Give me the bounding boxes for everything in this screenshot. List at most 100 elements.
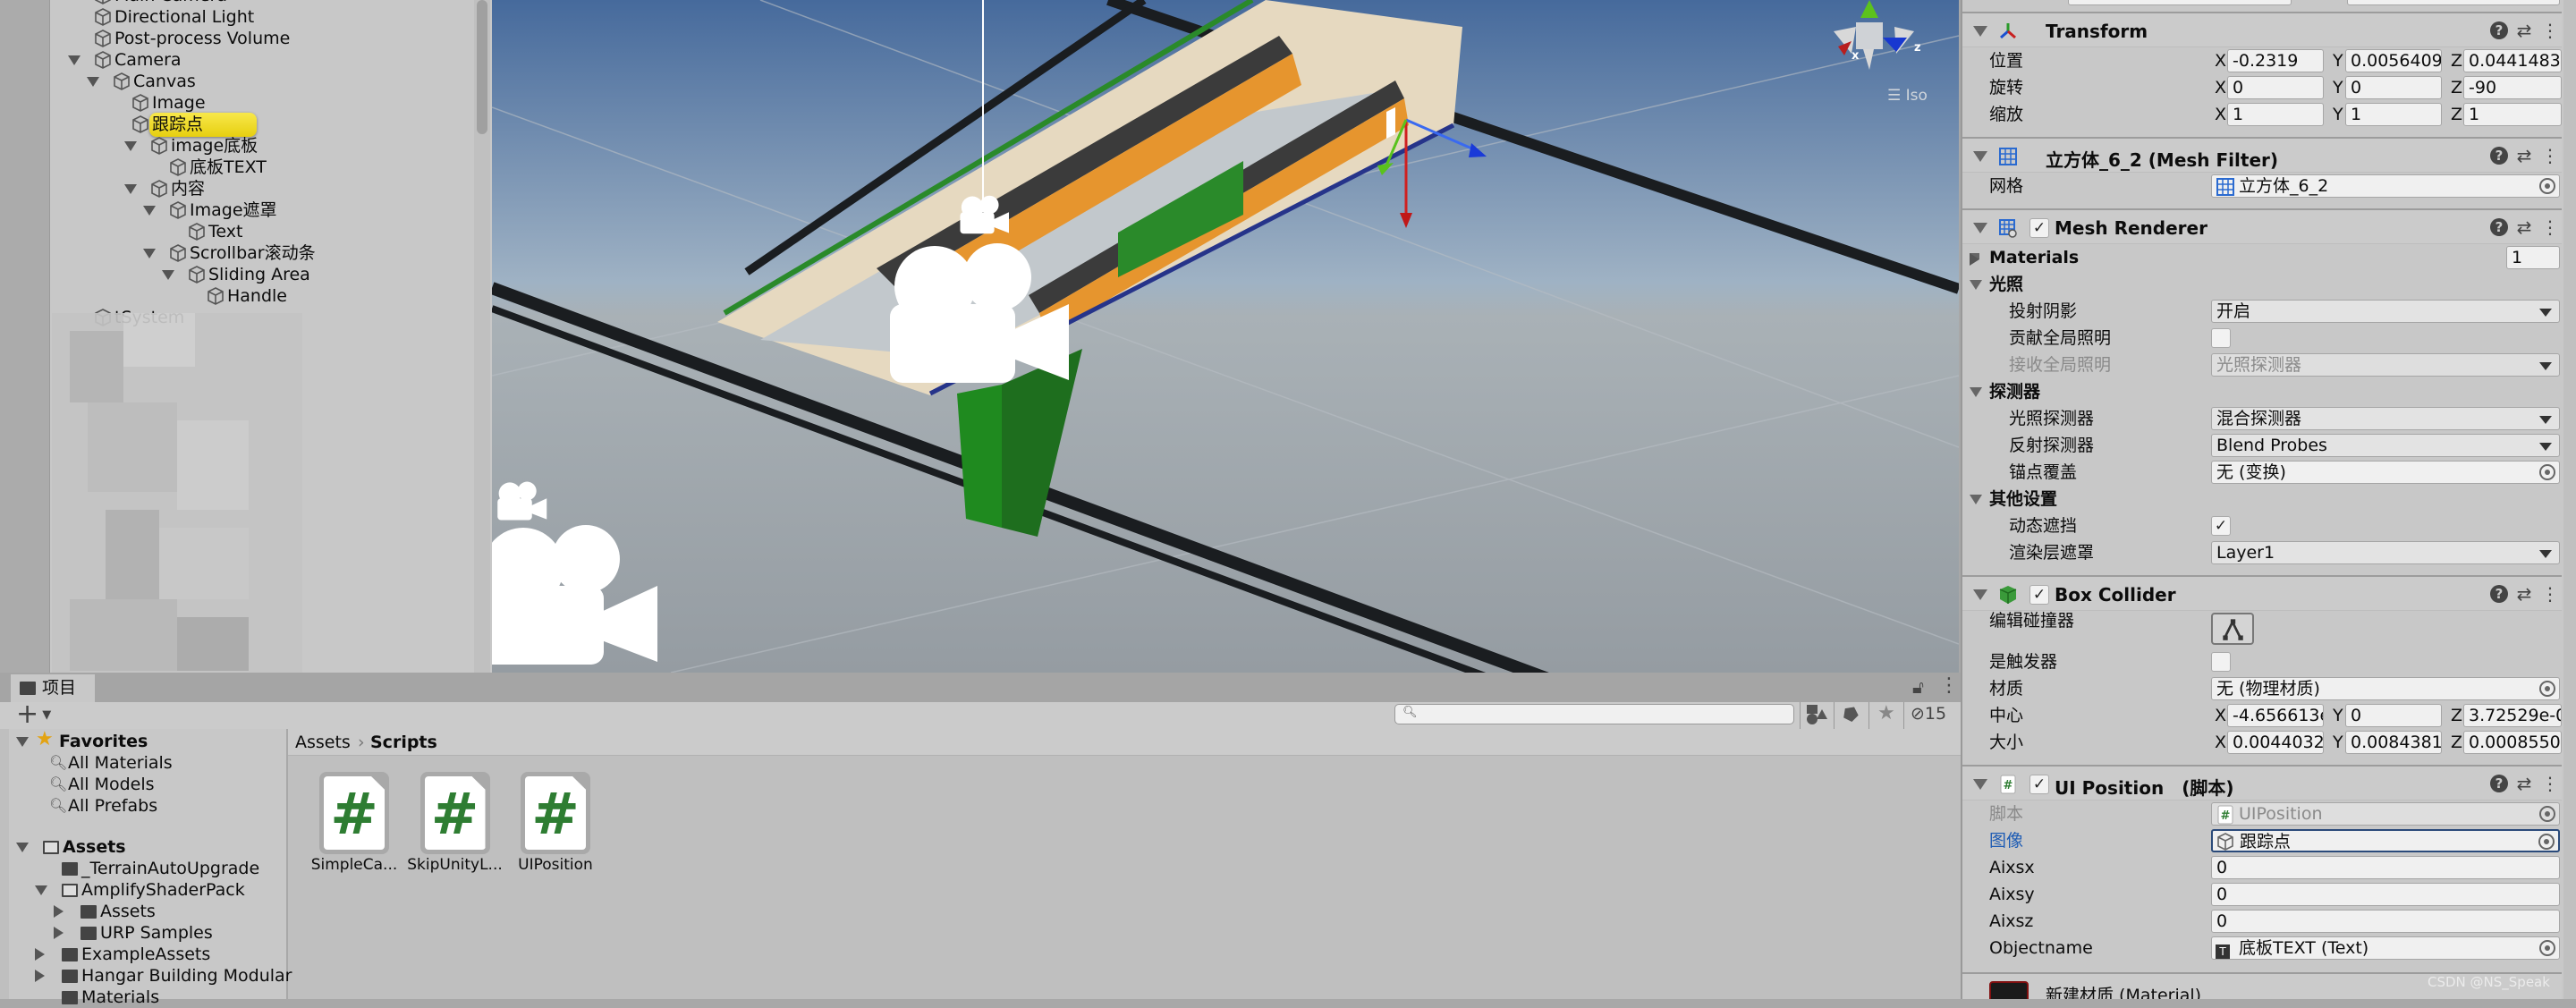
dropdown[interactable]: 混合探测器 (2211, 407, 2560, 430)
object-field[interactable]: 立方体_6_2 (2211, 174, 2560, 198)
vector-x-field[interactable]: -0.2319 (2227, 49, 2324, 72)
expanded-arrow-icon[interactable] (162, 270, 174, 280)
cut-off-field[interactable] (2068, 0, 2292, 5)
filter-by-type-icon[interactable] (1807, 705, 1827, 724)
project-tree-item[interactable]: _TerrainAutoUpgrade (9, 858, 286, 879)
hierarchy-item[interactable]: 跟踪点 (50, 114, 470, 135)
preset-icon[interactable]: ⇄ (2514, 773, 2534, 794)
preset-icon[interactable]: ⇄ (2514, 20, 2534, 41)
inspector-scrollbar[interactable] (2563, 0, 2576, 999)
component-enabled-checkbox[interactable]: ✓ (2029, 585, 2049, 605)
foldout-arrow-icon[interactable] (1973, 26, 1987, 37)
hierarchy-item[interactable]: 内容 (50, 178, 470, 199)
material-header[interactable]: 新建材质 (Material) CSDN @NS_Speak (1962, 972, 2562, 999)
project-tree-item[interactable]: Assets (9, 836, 286, 858)
object-field[interactable]: # UIPosition (2211, 802, 2560, 826)
object-field[interactable]: 无 (变换) (2211, 461, 2560, 484)
help-icon[interactable]: ? (2490, 585, 2508, 603)
preset-icon[interactable]: ⇄ (2514, 583, 2534, 605)
vector-y-field[interactable]: 0 (2345, 704, 2442, 727)
component-menu-icon[interactable]: ⋮ (2540, 773, 2560, 794)
view-mode-label[interactable]: ☰ Iso (1887, 87, 1928, 105)
text-field[interactable]: 0 (2211, 883, 2560, 906)
vector-z-field[interactable]: 0.00085504 (2463, 731, 2562, 754)
create-button[interactable]: + ▼ (16, 699, 51, 730)
expanded-arrow-icon[interactable] (1970, 387, 1982, 397)
expanded-arrow-icon[interactable] (143, 206, 156, 216)
filter-by-label-icon[interactable]: ⬟ (1837, 700, 1863, 726)
foldout-arrow-icon[interactable] (1973, 151, 1987, 162)
object-picker-icon[interactable] (2538, 834, 2555, 850)
expanded-arrow-icon[interactable] (1970, 280, 1982, 290)
dropdown[interactable]: 光照探测器 (2211, 353, 2560, 377)
hierarchy-item[interactable]: Sliding Area (50, 264, 470, 285)
expanded-arrow-icon[interactable] (124, 141, 137, 151)
array-size-field[interactable]: 1 (2506, 246, 2560, 269)
collapsed-arrow-icon[interactable] (1970, 253, 1979, 266)
hierarchy-item[interactable]: 底板TEXT (50, 157, 470, 178)
component-header-transform[interactable]: Transform? ⇄ ⋮ (1962, 12, 2562, 47)
object-picker-icon[interactable] (2539, 681, 2555, 697)
object-field[interactable]: T 底板TEXT (Text) (2211, 936, 2560, 960)
vector-z-field[interactable]: -90 (2463, 76, 2562, 99)
hierarchy-item[interactable]: Image (50, 92, 470, 114)
project-tree-item[interactable]: ExampleAssets (9, 944, 286, 965)
component-menu-icon[interactable]: ⋮ (2540, 216, 2560, 238)
hierarchy-item[interactable]: Handle (50, 285, 470, 307)
expanded-arrow-icon[interactable] (68, 55, 80, 65)
component-menu-icon[interactable]: ⋮ (2540, 20, 2560, 41)
project-tree-item[interactable]: AmplifyShaderPack (9, 879, 286, 901)
file-name-label[interactable]: UIPosition (497, 856, 614, 874)
csharp-script-icon[interactable]: # (521, 772, 590, 854)
expanded-arrow-icon[interactable] (16, 843, 29, 852)
dropdown[interactable]: 开启 (2211, 300, 2560, 323)
expanded-arrow-icon[interactable] (35, 885, 47, 895)
hierarchy-item[interactable]: Canvas (50, 71, 470, 92)
hierarchy-item[interactable]: Text (50, 221, 470, 242)
project-tree-item[interactable]: 🔍︎ All Models (9, 774, 286, 795)
foldout-arrow-icon[interactable] (1973, 223, 1987, 233)
object-field[interactable]: 无 (物理材质) (2211, 677, 2560, 700)
hierarchy-item[interactable]: Directional Light (50, 6, 470, 28)
foldout-arrow-icon[interactable] (1973, 589, 1987, 600)
component-header-立方体_6_2[interactable]: 立方体_6_2 (Mesh Filter)? ⇄ ⋮ (1962, 137, 2562, 173)
project-tree-item[interactable]: Materials (9, 987, 286, 1008)
component-menu-icon[interactable]: ⋮ (2540, 583, 2560, 605)
collapsed-arrow-icon[interactable] (35, 948, 45, 961)
hierarchy-scrollbar-thumb[interactable] (477, 0, 487, 134)
vector-y-field[interactable]: 0.00564098 (2345, 49, 2442, 72)
vector-x-field[interactable]: 1 (2227, 103, 2324, 126)
edit-collider-icon[interactable] (2211, 613, 2254, 645)
vector-z-field[interactable]: 0.04414835 (2463, 49, 2562, 72)
vector-x-field[interactable]: 0 (2227, 76, 2324, 99)
preset-icon[interactable]: ⇄ (2514, 145, 2534, 166)
object-picker-icon[interactable] (2539, 464, 2555, 480)
vector-x-field[interactable]: -4.656613e (2227, 704, 2324, 727)
component-enabled-checkbox[interactable]: ✓ (2029, 775, 2049, 794)
help-icon[interactable]: ? (2490, 775, 2508, 792)
vector-z-field[interactable]: 3.72529e-0 (2463, 704, 2562, 727)
expanded-arrow-icon[interactable] (87, 77, 99, 87)
object-picker-icon[interactable] (2539, 806, 2555, 822)
collapsed-arrow-icon[interactable] (54, 905, 64, 918)
checkbox[interactable] (2211, 652, 2231, 672)
hierarchy-item[interactable]: Post-process Volume (50, 28, 470, 49)
help-icon[interactable]: ? (2490, 218, 2508, 236)
project-tree-item[interactable]: ★ Favorites (9, 729, 286, 752)
checkbox[interactable]: ✓ (2211, 516, 2231, 536)
expanded-arrow-icon[interactable] (16, 737, 29, 747)
checkbox[interactable] (2211, 328, 2231, 348)
component-header-mesh[interactable]: ✓ Mesh Renderer? ⇄ ⋮ (1962, 208, 2562, 244)
text-field[interactable]: 0 (2211, 910, 2560, 933)
object-picker-icon[interactable] (2539, 178, 2555, 194)
object-picker-icon[interactable] (2539, 940, 2555, 956)
help-icon[interactable]: ? (2490, 147, 2508, 165)
foldout-arrow-icon[interactable] (1973, 779, 1987, 790)
component-header-ui[interactable]: # ✓ UI Position (脚本)? ⇄ ⋮ (1962, 765, 2562, 800)
help-icon[interactable]: ? (2490, 21, 2508, 39)
vector-y-field[interactable]: 1 (2345, 103, 2442, 126)
project-tree-item[interactable]: Assets (9, 901, 286, 922)
panel-menu-icon[interactable]: ⋮ (1939, 674, 1959, 697)
vector-y-field[interactable]: 0.00843814 (2345, 731, 2442, 754)
hierarchy-item[interactable]: Camera (50, 49, 470, 71)
